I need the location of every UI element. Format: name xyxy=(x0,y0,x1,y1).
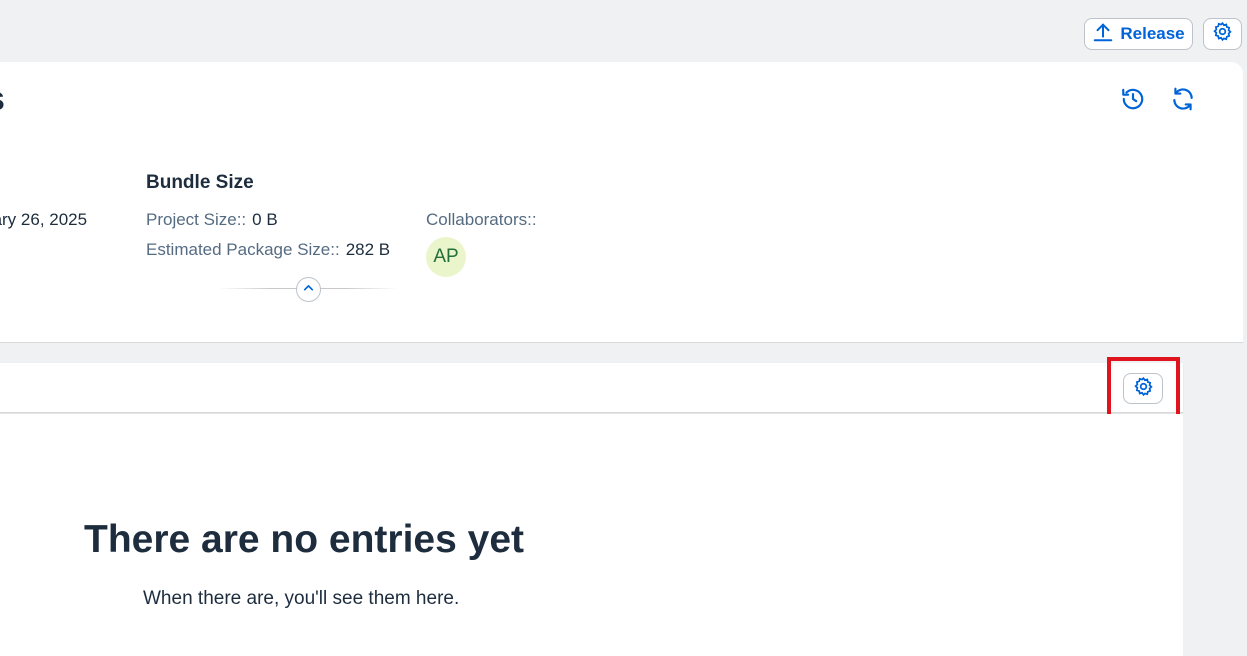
upload-icon xyxy=(1092,21,1114,48)
table-settings-button[interactable] xyxy=(1123,373,1163,404)
package-size-row: Estimated Package Size:: 282 B xyxy=(146,240,390,260)
gear-icon xyxy=(1212,21,1233,47)
chevron-up-icon xyxy=(302,281,315,299)
gear-icon xyxy=(1133,376,1154,402)
empty-state-subtitle: When there are, you'll see them here. xyxy=(143,588,460,609)
empty-state-panel: There are no entries yet When there are,… xyxy=(0,414,1183,656)
page-title: s xyxy=(0,80,5,119)
avatar[interactable]: AP xyxy=(426,237,466,277)
project-size-value: 0 B xyxy=(252,210,278,229)
shell-settings-button[interactable] xyxy=(1203,18,1242,50)
collaborators-label: Collaborators:: xyxy=(426,210,537,229)
shell-bar: Release xyxy=(0,0,1247,62)
object-page-header: s bruary 26, 2025 Bundle Size Project Si… xyxy=(0,62,1243,343)
table-toolbar xyxy=(0,363,1183,413)
release-button[interactable]: Release xyxy=(1084,18,1193,50)
package-size-label: Estimated Package Size:: xyxy=(146,240,340,259)
collapse-header-button[interactable] xyxy=(296,277,321,302)
project-size-row: Project Size:: 0 B xyxy=(146,210,278,230)
history-button[interactable] xyxy=(1120,86,1146,112)
release-label: Release xyxy=(1120,24,1185,43)
refresh-button[interactable] xyxy=(1170,86,1196,112)
project-size-label: Project Size:: xyxy=(146,210,247,229)
history-icon xyxy=(1120,88,1146,116)
package-size-value: 282 B xyxy=(345,240,391,259)
bundle-size-title: Bundle Size xyxy=(146,172,254,193)
date-value: bruary 26, 2025 xyxy=(0,210,88,229)
empty-state-title: There are no entries yet xyxy=(84,518,525,561)
refresh-icon xyxy=(1170,87,1196,116)
